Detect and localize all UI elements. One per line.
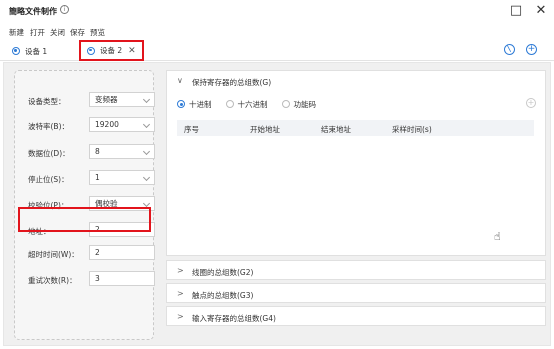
input-register-title: 输入寄存器的总组数(G4) <box>192 314 276 323</box>
col-start-address: 开始地址 <box>250 125 280 134</box>
maximize-button[interactable]: □ <box>508 3 524 19</box>
tab-label: 设备 1 <box>25 46 48 56</box>
chevron-right-icon: > <box>177 289 184 298</box>
radio-icon <box>281 100 290 108</box>
title-bar: 簡略文件制作 i □ ✕ <box>0 0 554 22</box>
tab-label: 设备 2 <box>100 46 123 55</box>
chevron-right-icon: > <box>177 266 184 275</box>
device-settings-panel: 设备类型： 变频器 波特率(B)： 19200 数据位(D)： 8 停止位(S)… <box>14 70 155 340</box>
device-type-value: 变频器 <box>95 95 118 104</box>
baud-rate-value: 19200 <box>95 120 119 129</box>
chevron-right-icon: > <box>177 312 184 321</box>
holding-register-title: 保持寄存器的总组数(G) <box>192 78 272 87</box>
gear-icon <box>12 47 20 55</box>
col-index: 序号 <box>184 125 199 134</box>
coil-section[interactable]: > 线圈的总组数(G2) <box>166 260 546 280</box>
register-table-header: 序号 开始地址 结束地址 采样时间(s) <box>177 120 534 136</box>
timeout-input[interactable]: 2 <box>89 245 155 260</box>
timeout-value: 2 <box>95 248 100 257</box>
input-register-header[interactable]: > 输入寄存器的总组数(G4) <box>167 307 545 327</box>
radio-decimal[interactable]: 十进制 <box>177 99 212 110</box>
edit-icon[interactable]: / <box>504 44 515 55</box>
radio-icon <box>225 100 234 108</box>
menu-bar: 新建 打开 关闭 保存 预览 <box>0 25 554 39</box>
tab-bar: 设备 1 设备 2 ✕ <box>0 39 554 61</box>
stop-bits-value: 1 <box>95 173 100 182</box>
menu-close[interactable]: 关闭 <box>50 27 65 38</box>
contact-section[interactable]: > 触点的总组数(G3) <box>166 283 546 303</box>
window-title: 簡略文件制作 <box>9 7 57 16</box>
close-tab-icon[interactable]: ✕ <box>128 46 136 56</box>
input-register-section[interactable]: > 输入寄存器的总组数(G4) <box>166 306 546 326</box>
device-type-label: 设备类型： <box>28 97 66 106</box>
holding-register-header[interactable]: ∨ 保持寄存器的总组数(G) <box>167 71 545 91</box>
col-end-address: 结束地址 <box>321 125 351 134</box>
number-format-radio-group: 十进制 十六进制 功能码 <box>177 98 330 110</box>
info-icon[interactable]: i <box>60 5 69 14</box>
add-row-icon[interactable]: + <box>526 98 536 108</box>
chevron-down-icon <box>142 120 151 129</box>
tab-device-2[interactable]: 设备 2 ✕ <box>79 40 144 61</box>
address-highlight <box>18 207 151 232</box>
radio-hex[interactable]: 十六进制 <box>225 99 268 110</box>
menu-new[interactable]: 新建 <box>9 27 24 38</box>
main-area: 设备类型： 变频器 波特率(B)： 19200 数据位(D)： 8 停止位(S)… <box>3 62 551 346</box>
coil-header[interactable]: > 线圈的总组数(G2) <box>167 261 545 281</box>
tab-device-1[interactable]: 设备 1 <box>12 41 47 61</box>
close-window-button[interactable]: ✕ <box>533 3 549 19</box>
baud-rate-label: 波特率(B)： <box>28 122 69 131</box>
chevron-down-icon <box>142 147 151 156</box>
radio-label: 功能码 <box>293 99 317 109</box>
retry-label: 重试次数(R)： <box>28 276 77 285</box>
retry-input[interactable]: 3 <box>89 271 155 286</box>
chevron-down-icon <box>142 173 151 182</box>
chevron-down-icon <box>142 199 151 208</box>
radio-function-code[interactable]: 功能码 <box>281 99 317 110</box>
timeout-label: 超时时间(W)： <box>28 250 79 259</box>
holding-register-section: ∨ 保持寄存器的总组数(G) 十进制 十六进制 功能码 + 序号 开始地址 结束… <box>166 70 546 256</box>
stop-bits-label: 停止位(S)： <box>28 175 69 184</box>
menu-preview[interactable]: 预览 <box>90 27 105 38</box>
menu-save[interactable]: 保存 <box>70 27 85 38</box>
chevron-down-icon <box>142 95 151 104</box>
contact-title: 触点的总组数(G3) <box>192 291 254 300</box>
register-panel: ∨ 保持寄存器的总组数(G) 十进制 十六进制 功能码 + 序号 开始地址 结束… <box>166 70 546 340</box>
gear-icon <box>87 46 95 55</box>
retry-value: 3 <box>95 274 100 283</box>
device-type-select[interactable]: 变频器 <box>89 92 155 107</box>
baud-rate-select[interactable]: 19200 <box>89 117 155 132</box>
hand-cursor-icon: ☝ <box>494 230 501 243</box>
radio-label: 十六进制 <box>237 99 268 109</box>
add-device-icon[interactable]: + <box>526 44 537 55</box>
stop-bits-select[interactable]: 1 <box>89 170 155 185</box>
radio-selected-icon <box>177 100 185 108</box>
data-bits-value: 8 <box>95 147 100 156</box>
contact-header[interactable]: > 触点的总组数(G3) <box>167 284 545 304</box>
col-sample-time: 采样时间(s) <box>392 125 432 134</box>
data-bits-select[interactable]: 8 <box>89 144 155 159</box>
chevron-down-icon: ∨ <box>177 76 183 85</box>
data-bits-label: 数据位(D)： <box>28 149 70 158</box>
coil-title: 线圈的总组数(G2) <box>192 268 254 277</box>
radio-label: 十进制 <box>189 99 212 109</box>
menu-open[interactable]: 打开 <box>30 27 45 38</box>
